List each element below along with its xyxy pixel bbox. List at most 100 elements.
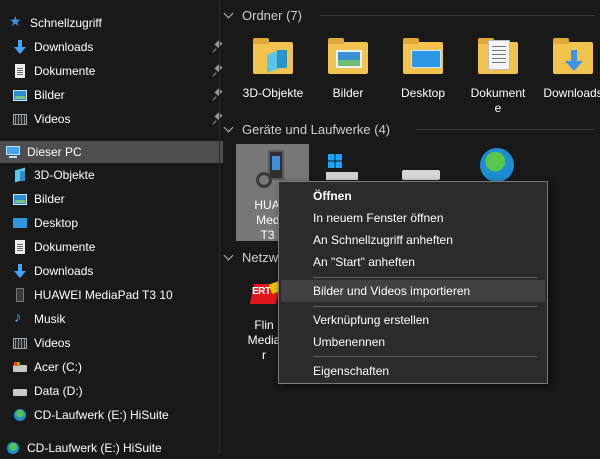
folder-label: Dokument xyxy=(470,86,526,100)
hisuite-icon xyxy=(12,407,28,423)
group-title: Netzw xyxy=(242,249,279,265)
sidebar-item-pictures[interactable]: Bilder xyxy=(0,188,230,210)
menu-item-pin-start[interactable]: An "Start" anheften xyxy=(281,251,545,273)
group-divider xyxy=(416,129,595,130)
chevron-down-icon xyxy=(224,252,234,262)
drive-icon xyxy=(326,172,358,180)
videos-icon xyxy=(12,111,28,127)
device-tile-drive-d[interactable] xyxy=(396,166,442,182)
sidebar-item-label: CD-Laufwerk (E:) HiSuite xyxy=(27,441,162,455)
sidebar-item-label: 3D-Objekte xyxy=(34,168,95,182)
menu-item-rename[interactable]: Umbenennen xyxy=(281,331,545,353)
desktop-icon xyxy=(12,215,28,231)
sidebar-item-videos[interactable]: Videos xyxy=(0,332,230,354)
sidebar-item-label: Dokumente xyxy=(34,240,96,254)
sidebar-item-desktop[interactable]: Desktop xyxy=(0,212,230,234)
folder-label: 3D-Objekte xyxy=(242,86,304,100)
pictures-icon xyxy=(12,87,28,103)
group-header-devices[interactable]: Geräte und Laufwerke (4) xyxy=(224,119,390,139)
sidebar-item-documents-pinned[interactable]: Dokumente xyxy=(0,60,230,82)
pin-icon xyxy=(212,113,224,125)
context-menu: Öffnen In neuem Fenster öffnen An Schnel… xyxy=(278,181,548,384)
group-title: Geräte und Laufwerke (4) xyxy=(242,121,391,137)
document-icon xyxy=(12,239,28,255)
sidebar-item-cd-drive-e[interactable]: CD-Laufwerk (E:) HiSuite xyxy=(0,404,230,426)
menu-separator xyxy=(313,356,537,357)
windows-logo-icon xyxy=(328,154,342,168)
download-arrow-icon xyxy=(12,39,28,55)
pane-divider[interactable] xyxy=(219,0,220,454)
sidebar-item-huawei-mediapad[interactable]: HUAWEI MediaPad T3 10 xyxy=(0,284,230,306)
sidebar-item-quick-access[interactable]: Schnellzugriff xyxy=(0,12,226,34)
group-title: Ordner (7) xyxy=(242,7,302,23)
folder-tile-documents[interactable]: Dokument e xyxy=(462,34,534,116)
pictures-icon xyxy=(12,191,28,207)
hisuite-icon xyxy=(480,148,514,182)
folder-icon xyxy=(399,34,447,82)
menu-item-open[interactable]: Öffnen xyxy=(281,185,545,207)
folder-icon xyxy=(474,34,522,82)
videos-icon xyxy=(12,335,28,351)
folder-icon xyxy=(549,34,597,82)
pin-icon xyxy=(212,41,224,53)
windows-drive-icon xyxy=(12,359,28,375)
menu-item-import-pictures-videos[interactable]: Bilder und Videos importieren xyxy=(281,280,545,302)
sidebar-item-label: Downloads xyxy=(34,40,94,54)
sidebar-item-music[interactable]: Musik xyxy=(0,308,230,330)
sidebar-item-label: Desktop xyxy=(34,216,79,230)
folder-tile-desktop[interactable]: Desktop xyxy=(387,34,459,101)
sidebar-item-pictures-pinned[interactable]: Bilder xyxy=(0,84,230,106)
folder-tile-pictures[interactable]: Bilder xyxy=(312,34,384,101)
sidebar-item-label: Data (D:) xyxy=(34,384,83,398)
menu-item-create-shortcut[interactable]: Verknüpfung erstellen xyxy=(281,309,545,331)
sidebar-item-this-pc[interactable]: Dieser PC xyxy=(0,141,223,163)
pin-icon xyxy=(212,89,224,101)
menu-separator xyxy=(313,306,537,307)
device-tile-drive-c[interactable] xyxy=(322,150,362,180)
device-tile-hisuite[interactable] xyxy=(474,148,524,182)
sidebar-item-label: Bilder xyxy=(34,88,65,102)
sidebar-item-label: CD-Laufwerk (E:) HiSuite xyxy=(34,408,169,422)
folder-tile-downloads[interactable]: Downloads xyxy=(537,34,600,101)
sidebar-item-drive-c[interactable]: Acer (C:) xyxy=(0,356,230,378)
folder-label: Downloads xyxy=(543,86,600,100)
sidebar-item-3d-objects[interactable]: 3D-Objekte xyxy=(0,164,230,186)
3d-objects-icon xyxy=(12,167,28,183)
navigation-pane: Schnellzugriff Downloads Dokumente Bilde… xyxy=(0,0,223,455)
sidebar-item-label: Downloads xyxy=(34,264,94,278)
menu-item-open-new-window[interactable]: In neuem Fenster öffnen xyxy=(281,207,545,229)
folder-label: Bilder xyxy=(332,86,364,100)
group-header-folders[interactable]: Ordner (7) xyxy=(224,5,302,25)
chevron-down-icon xyxy=(224,124,234,134)
pin-icon xyxy=(212,65,224,77)
folder-icon xyxy=(324,34,372,82)
sidebar-item-drive-d[interactable]: Data (D:) xyxy=(0,380,230,402)
sidebar-item-label: Bilder xyxy=(34,192,65,206)
menu-item-properties[interactable]: Eigenschaften xyxy=(281,360,545,382)
star-icon xyxy=(8,13,24,31)
folder-icon xyxy=(249,34,297,82)
sidebar-item-label: Dokumente xyxy=(34,64,96,78)
sidebar-item-label: Dieser PC xyxy=(27,145,82,159)
sidebar-item-cd-drive-e-root[interactable]: CD-Laufwerk (E:) HiSuite xyxy=(0,437,223,459)
menu-item-pin-quick-access[interactable]: An Schnellzugriff anheften xyxy=(281,229,545,251)
group-header-network[interactable]: Netzw xyxy=(224,247,278,267)
download-arrow-icon xyxy=(12,263,28,279)
chevron-down-icon xyxy=(224,10,234,20)
sidebar-item-documents[interactable]: Dokumente xyxy=(0,236,230,258)
sidebar-item-label: Acer (C:) xyxy=(34,360,82,374)
music-note-icon xyxy=(12,309,28,327)
sidebar-item-downloads[interactable]: Downloads xyxy=(0,260,230,282)
sidebar-item-downloads-pinned[interactable]: Downloads xyxy=(0,36,230,58)
folder-label: Desktop xyxy=(400,86,446,100)
phone-icon xyxy=(12,287,28,303)
folder-label-wrap: e xyxy=(494,101,502,115)
folder-tile-3d-objects[interactable]: 3D-Objekte xyxy=(237,34,309,101)
menu-separator xyxy=(313,277,537,278)
sidebar-item-label: Videos xyxy=(34,112,71,126)
sidebar-item-label: Schnellzugriff xyxy=(30,16,102,30)
sidebar-item-videos-pinned[interactable]: Videos xyxy=(0,108,230,130)
sidebar-item-label: Musik xyxy=(34,312,66,326)
sidebar-item-label: Videos xyxy=(34,336,71,350)
sidebar-item-label: HUAWEI MediaPad T3 10 xyxy=(34,288,173,302)
